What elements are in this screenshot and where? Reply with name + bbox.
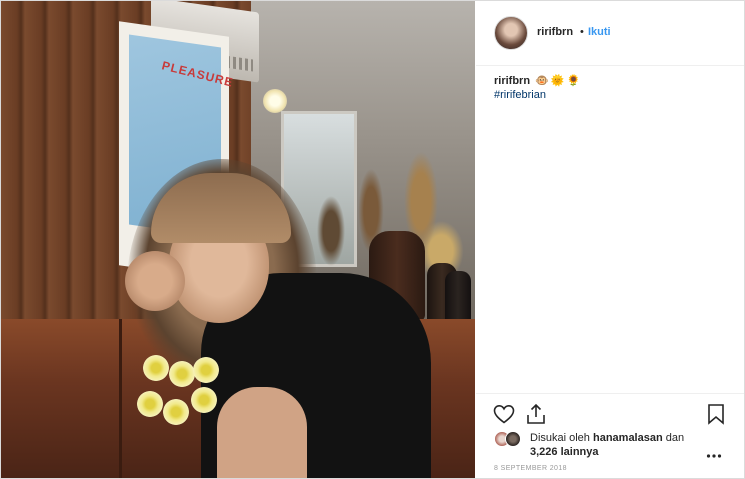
- likes-prefix: Disukai oleh: [530, 432, 590, 444]
- post-date: 8 SEPTEMBER 2018: [494, 465, 567, 472]
- liker-avatar: [505, 431, 521, 447]
- photo-lamp: [263, 89, 287, 113]
- post-caption: ririfbrn 🐵 🌞 🌻 #ririfebrian: [494, 74, 729, 102]
- post-header: ririfbrn • Ikuti: [476, 1, 744, 66]
- photo-hand: [125, 251, 185, 311]
- likes-others-link[interactable]: 3,226 lainnya: [530, 446, 599, 458]
- more-options-icon[interactable]: [706, 448, 722, 458]
- heart-icon[interactable]: [492, 402, 516, 426]
- follow-button[interactable]: Ikuti: [588, 26, 611, 38]
- likes-connector: dan: [665, 432, 685, 444]
- hashtag-link[interactable]: #ririfebrian: [494, 88, 729, 102]
- photo-arm: [217, 387, 307, 478]
- bookmark-icon[interactable]: [704, 402, 728, 426]
- sunflower-emoji-icon: 🌻: [566, 75, 581, 87]
- post-photo[interactable]: PLEASURE: [1, 1, 475, 478]
- liker-avatars: [494, 431, 534, 449]
- photo-booth-seam: [119, 319, 122, 478]
- avatar[interactable]: [494, 16, 528, 50]
- post-sidebar: ririfbrn • Ikuti ririfbrn 🐵 🌞 🌻 #ririfebri…: [476, 1, 744, 478]
- liker-username-link[interactable]: hanamalasan: [593, 432, 663, 444]
- instagram-post-embed: PLEASURE ririfbrn • Ikuti ririfbrn 🐵 🌞 🌻…: [0, 0, 745, 479]
- share-icon[interactable]: [524, 402, 548, 426]
- sun-emoji-icon: 🌞: [550, 75, 565, 87]
- likes-text: Disukai oleh hanamalasan dan 3,226 lainn…: [530, 431, 730, 459]
- caption-username[interactable]: ririfbrn: [494, 75, 530, 87]
- separator-dot: •: [580, 26, 584, 38]
- monkey-emoji-icon: 🐵: [535, 75, 549, 87]
- photo-flowers: [135, 351, 227, 433]
- username-link[interactable]: ririfbrn: [537, 26, 573, 38]
- photo-bottle: [445, 271, 471, 323]
- action-bar: [476, 393, 744, 434]
